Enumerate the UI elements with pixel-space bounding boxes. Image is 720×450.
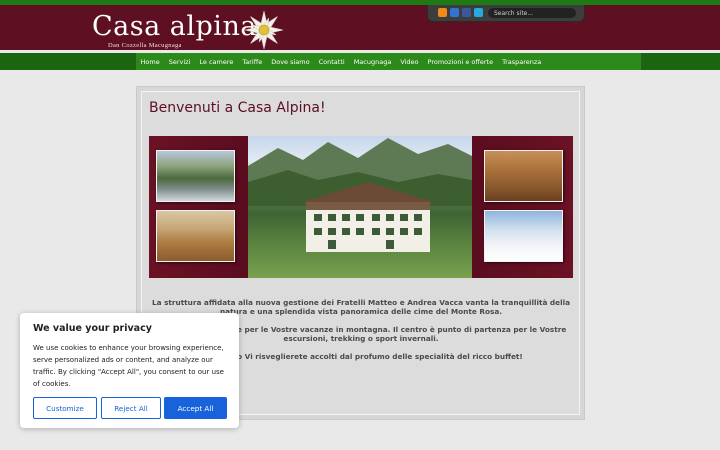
- facebook-icon[interactable]: [462, 8, 471, 17]
- nav-item-promozioni[interactable]: Promozioni e offerte: [423, 58, 498, 66]
- thumb-lounge-photo[interactable]: [484, 150, 563, 202]
- logo-title: Casa alpina: [92, 11, 257, 42]
- site-header: Casa alpina Dan Cozzella Macugnaga: [0, 0, 720, 50]
- reject-all-button[interactable]: Reject All: [101, 397, 161, 419]
- delicious-icon[interactable]: [450, 8, 459, 17]
- nav-edge-left: [0, 53, 136, 70]
- main-hotel-photo: [248, 136, 472, 278]
- nav-edge-right: [640, 53, 720, 70]
- nav-item-dove-siamo[interactable]: Dove siamo: [267, 58, 314, 66]
- nav-item-macugnaga[interactable]: Macugnaga: [349, 58, 396, 66]
- cookie-description: We use cookies to enhance your browsing …: [33, 344, 224, 388]
- nav-item-trasparenza[interactable]: Trasparenza: [498, 58, 546, 66]
- thumb-river-photo[interactable]: [156, 150, 235, 202]
- hotel-building: [302, 182, 434, 252]
- cookie-consent-dialog: We value your privacy We use cookies to …: [20, 313, 239, 428]
- nav-items: Home Servizi Le camere Tariffe Dove siam…: [136, 53, 546, 70]
- nav-item-tariffe[interactable]: Tariffe: [238, 58, 267, 66]
- thumb-winter-photo[interactable]: [484, 210, 563, 262]
- customize-button[interactable]: Customize: [33, 397, 97, 419]
- top-toolbar: [427, 5, 585, 22]
- logo-subtitle: Dan Cozzella Macugnaga: [108, 42, 182, 49]
- accept-all-button[interactable]: Accept All: [164, 397, 227, 419]
- nav-item-servizi[interactable]: Servizi: [164, 58, 195, 66]
- page-title: Benvenuti a Casa Alpina!: [149, 100, 326, 116]
- photo-gallery: [149, 136, 573, 278]
- cookie-title: We value your privacy: [33, 323, 152, 334]
- rss-icon[interactable]: [438, 8, 447, 17]
- twitter-icon[interactable]: [474, 8, 483, 17]
- thumb-dining-room-photo[interactable]: [156, 210, 235, 262]
- nav-item-home[interactable]: Home: [136, 58, 164, 66]
- nav-item-video[interactable]: Video: [396, 58, 423, 66]
- main-nav: Home Servizi Le camere Tariffe Dove siam…: [0, 53, 720, 70]
- search-input[interactable]: [488, 8, 576, 18]
- nav-item-contatti[interactable]: Contatti: [314, 58, 349, 66]
- nav-item-camere[interactable]: Le camere: [195, 58, 238, 66]
- edelweiss-icon: [244, 10, 284, 50]
